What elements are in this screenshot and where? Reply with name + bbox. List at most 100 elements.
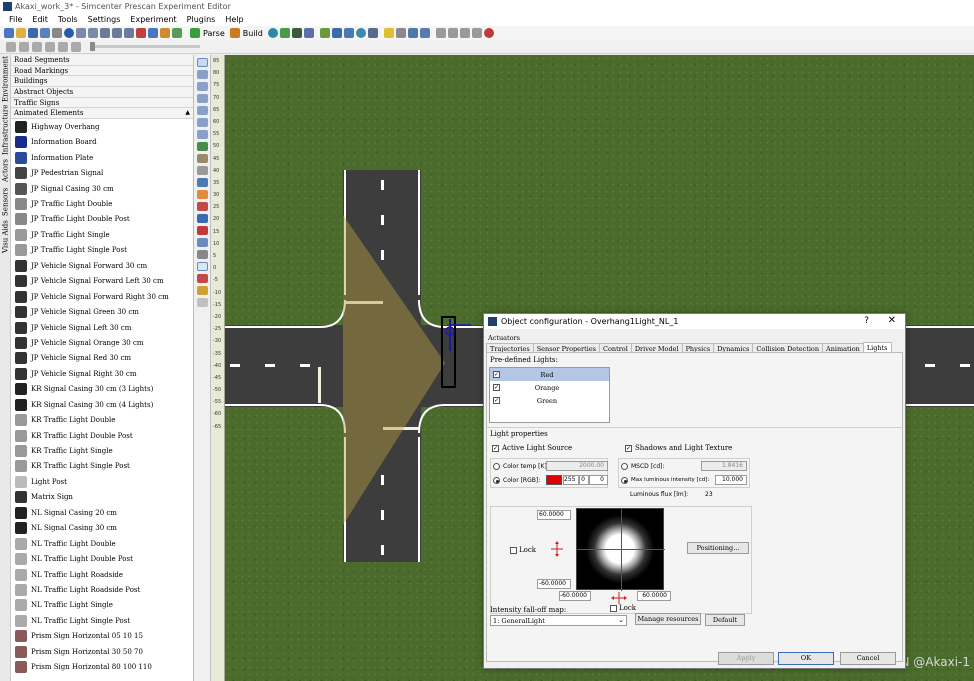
- camera-icon[interactable]: [355, 28, 366, 38]
- forward-icon[interactable]: [71, 41, 81, 52]
- library-item[interactable]: KR Traffic Light Double: [11, 412, 193, 427]
- build-button[interactable]: Build: [243, 29, 263, 38]
- help-button[interactable]: ?: [864, 316, 869, 326]
- category-animated-elements[interactable]: Animated Elements: [11, 108, 193, 120]
- library-item[interactable]: Prism Sign Horizontal 30 50 70: [11, 644, 193, 659]
- library-item[interactable]: Information Board: [11, 135, 193, 150]
- library-item[interactable]: NL Traffic Light Single Post: [11, 613, 193, 628]
- library-item[interactable]: JP Traffic Light Single Post: [11, 243, 193, 258]
- table-icon[interactable]: [331, 28, 342, 38]
- paste-icon[interactable]: [124, 28, 134, 38]
- select-tool-icon[interactable]: [197, 58, 208, 67]
- speed-profile-icon[interactable]: [197, 190, 208, 199]
- zoom-out-icon[interactable]: [197, 94, 208, 103]
- rgb-g-input[interactable]: 0: [579, 475, 589, 485]
- library-item[interactable]: JP Traffic Light Double: [11, 196, 193, 211]
- vtab-environment[interactable]: Environment: [1, 57, 10, 103]
- category-road-segments[interactable]: Road Segments: [11, 55, 193, 66]
- library-item[interactable]: NL Signal Casing 30 cm: [11, 521, 193, 536]
- tool-a-icon[interactable]: [435, 28, 446, 38]
- active-source-checkbox[interactable]: ✓: [492, 444, 499, 452]
- rgb-b-input[interactable]: 0: [589, 475, 608, 485]
- weather-icon[interactable]: [407, 28, 418, 38]
- top-angle-input[interactable]: 60.0000: [537, 510, 571, 520]
- parse-icon[interactable]: [190, 28, 200, 38]
- mscd-input[interactable]: 1.8416: [701, 461, 747, 471]
- library-item[interactable]: KR Signal Casing 30 cm (4 Lights): [11, 397, 193, 412]
- delete-icon[interactable]: [136, 28, 146, 38]
- library-item[interactable]: Highway Overhang: [11, 119, 193, 134]
- category-road-markings[interactable]: Road Markings: [11, 65, 193, 77]
- cloud-icon[interactable]: [197, 250, 208, 259]
- move-icon[interactable]: [197, 130, 208, 139]
- record-icon[interactable]: [6, 41, 16, 52]
- library-item[interactable]: KR Traffic Light Single: [11, 443, 193, 458]
- measure-icon[interactable]: [197, 166, 208, 175]
- vtab-actors[interactable]: Actors: [1, 158, 10, 184]
- color-temp-input[interactable]: 2000.00: [546, 461, 608, 471]
- library-item[interactable]: NL Traffic Light Double Post: [11, 551, 193, 566]
- print-icon[interactable]: [52, 28, 62, 38]
- active-source-option[interactable]: ✓ Active Light Source: [492, 444, 572, 452]
- library-item[interactable]: JP Traffic Light Double Post: [11, 212, 193, 227]
- library-item[interactable]: JP Pedestrian Signal: [11, 165, 193, 180]
- vtab-infrastructure[interactable]: Infrastructure: [1, 104, 10, 156]
- zoom-in-icon[interactable]: [197, 82, 208, 91]
- tool-c-icon[interactable]: [459, 28, 470, 38]
- parse-button[interactable]: Parse: [203, 29, 225, 38]
- category-buildings[interactable]: Buildings: [11, 76, 193, 88]
- build-icon[interactable]: [229, 28, 240, 38]
- library-item[interactable]: NL Traffic Light Single: [11, 598, 193, 613]
- bottom-angle-input[interactable]: -60.0000: [537, 579, 571, 589]
- save-icon[interactable]: [28, 28, 38, 38]
- vtab-sensors[interactable]: Sensors: [1, 186, 10, 218]
- light-row-green[interactable]: ✓ Green: [490, 394, 609, 407]
- globe-icon[interactable]: [267, 28, 278, 38]
- menu-tools[interactable]: Tools: [53, 15, 83, 24]
- library-item[interactable]: JP Traffic Light Single: [11, 227, 193, 242]
- sensor-icon[interactable]: [197, 214, 208, 223]
- menu-experiment[interactable]: Experiment: [125, 15, 181, 24]
- apply-button[interactable]: Apply: [718, 652, 774, 665]
- tool-b-icon[interactable]: [447, 28, 458, 38]
- help-icon[interactable]: [64, 28, 74, 38]
- library-item[interactable]: JP Vehicle Signal Left 30 cm: [11, 320, 193, 335]
- menu-plugins[interactable]: Plugins: [182, 15, 221, 24]
- pause-icon[interactable]: [45, 41, 55, 52]
- time-slider[interactable]: [90, 42, 200, 51]
- menu-help[interactable]: Help: [220, 15, 248, 24]
- copy-icon[interactable]: [112, 28, 122, 38]
- positioning-button[interactable]: Positioning...: [687, 542, 749, 554]
- debug-icon[interactable]: [483, 28, 494, 38]
- lock-option[interactable]: Lock: [510, 546, 536, 554]
- left-angle-input[interactable]: -60.0000: [559, 591, 591, 601]
- library-item[interactable]: JP Vehicle Signal Red 30 cm: [11, 351, 193, 366]
- category-traffic-signs[interactable]: Traffic Signs: [11, 97, 193, 109]
- save-as-icon[interactable]: [40, 28, 50, 38]
- default-button[interactable]: Default: [705, 614, 745, 626]
- library-item[interactable]: NL Traffic Light Double: [11, 536, 193, 551]
- path-icon[interactable]: [197, 142, 208, 151]
- library-item[interactable]: KR Signal Casing 30 cm (3 Lights): [11, 382, 193, 397]
- max-lum-radio[interactable]: [621, 477, 628, 484]
- menu-file[interactable]: File: [4, 15, 27, 24]
- library-item[interactable]: KR Traffic Light Double Post: [11, 428, 193, 443]
- cancel-button[interactable]: Cancel: [840, 652, 896, 665]
- library-item[interactable]: KR Traffic Light Single Post: [11, 459, 193, 474]
- undo-icon[interactable]: [76, 28, 86, 38]
- play-icon[interactable]: [32, 41, 42, 52]
- library-item[interactable]: NL Traffic Light Roadside Post: [11, 582, 193, 597]
- color-swatch[interactable]: [546, 475, 562, 485]
- lock-horizontal-option[interactable]: Lock: [610, 604, 636, 612]
- library-item[interactable]: JP Vehicle Signal Forward 30 cm: [11, 258, 193, 273]
- library-item[interactable]: JP Vehicle Signal Right 30 cm: [11, 366, 193, 381]
- light-tool-icon[interactable]: [197, 262, 208, 271]
- library-item[interactable]: JP Vehicle Signal Green 30 cm: [11, 304, 193, 319]
- right-angle-input[interactable]: 60.0000: [637, 591, 671, 601]
- wrench-icon[interactable]: [160, 28, 170, 38]
- cut-icon[interactable]: [100, 28, 110, 38]
- zoom-area-icon[interactable]: [197, 118, 208, 127]
- redo-icon[interactable]: [88, 28, 98, 38]
- library-item[interactable]: Matrix Sign: [11, 490, 193, 505]
- ok-button[interactable]: OK: [778, 652, 834, 665]
